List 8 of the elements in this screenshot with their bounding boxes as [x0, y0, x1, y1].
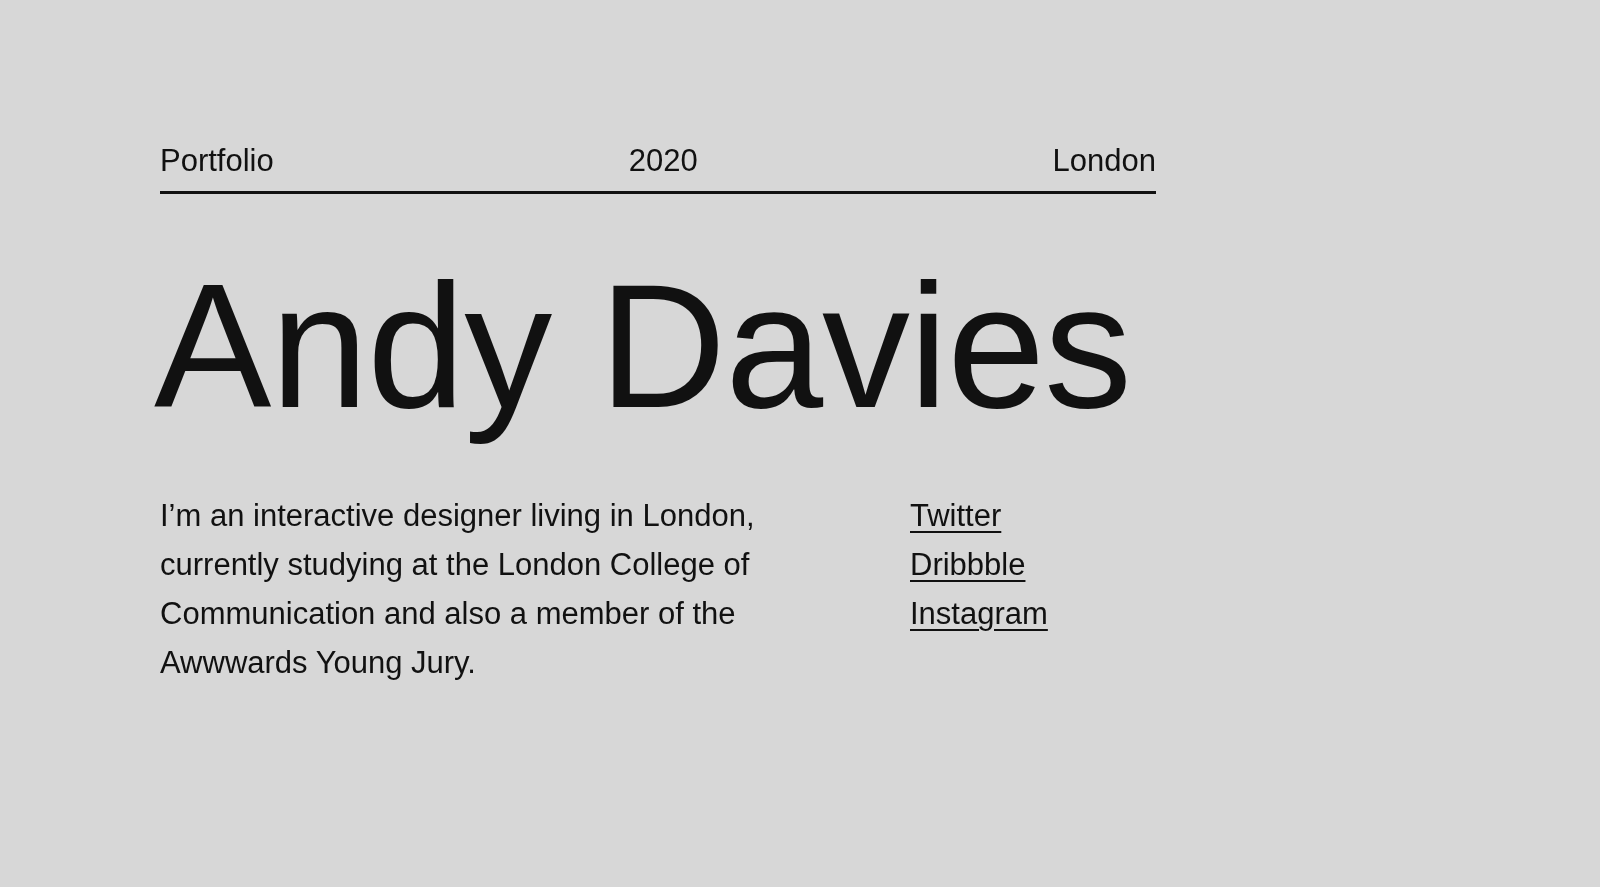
header-year: 2020 [628, 143, 698, 179]
header-label: Portfolio [160, 143, 274, 179]
bio-paragraph: I’m an interactive designer living in London, currently studying at the London College of Communication and also a member of the Awwwards Young Jury. [160, 497, 756, 682]
social-link[interactable]: Twitter [910, 491, 1002, 540]
name-heading: Andy Davies [154, 247, 1132, 446]
header-location: London [1052, 143, 1156, 179]
social-link[interactable]: Instagram [910, 589, 1048, 638]
social-link[interactable]: Dribbble [910, 540, 1026, 589]
